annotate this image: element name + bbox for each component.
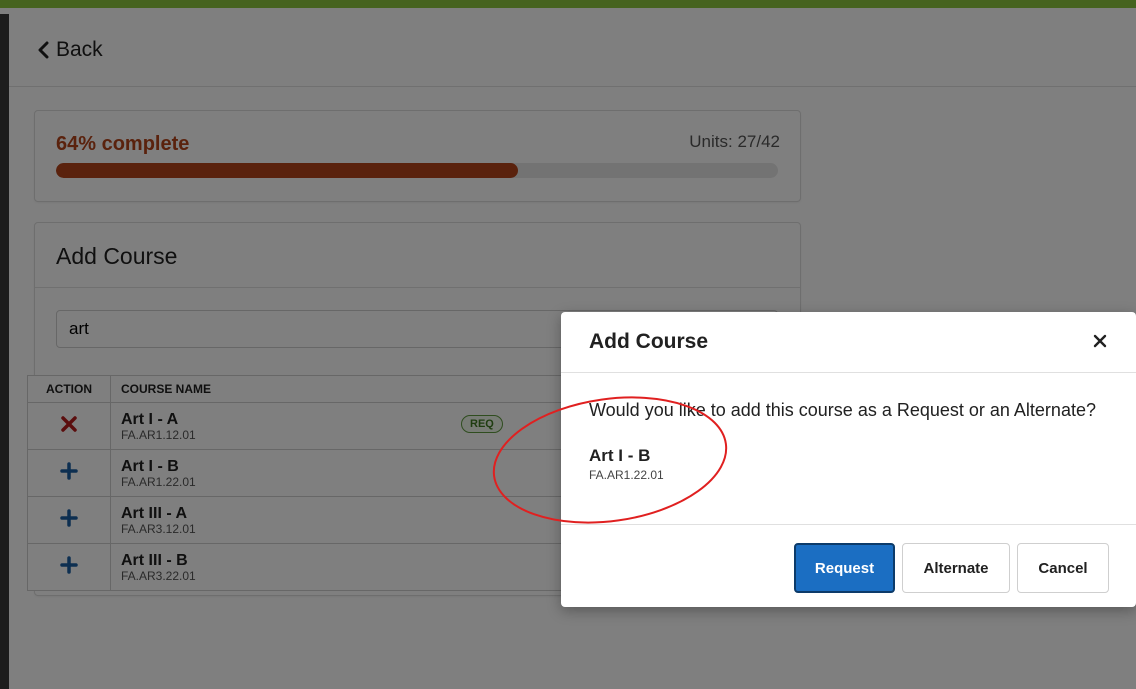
cancel-button[interactable]: Cancel <box>1017 543 1109 593</box>
modal-question: Would you like to add this course as a R… <box>589 400 1096 420</box>
add-course-modal: Add Course Would you like to add this co… <box>561 312 1136 607</box>
modal-course-code: FA.AR1.22.01 <box>589 468 664 482</box>
alternate-button[interactable]: Alternate <box>902 543 1010 593</box>
request-button[interactable]: Request <box>794 543 895 593</box>
close-icon[interactable] <box>1092 333 1108 349</box>
modal-footer-divider <box>561 524 1136 525</box>
modal-header-divider <box>561 372 1136 373</box>
modal-title: Add Course <box>589 330 709 353</box>
modal-course-name: Art I - B <box>589 446 651 465</box>
